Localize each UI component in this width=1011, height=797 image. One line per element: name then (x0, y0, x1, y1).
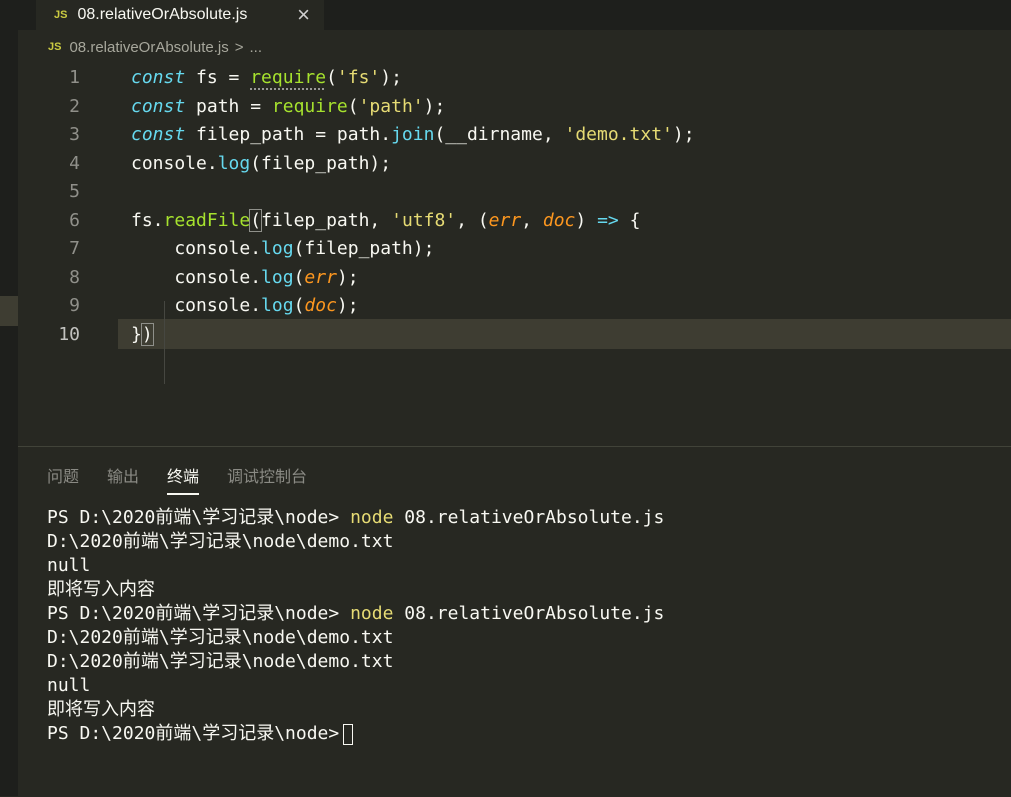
js-file-icon: JS (48, 41, 62, 53)
code-line: const path = require('path'); (131, 95, 446, 117)
terminal-line: 即将写入内容 (47, 699, 155, 720)
bottom-panel: 问题 输出 终端 调试控制台 PS D:\2020前端\学习记录\node> n… (18, 446, 1011, 797)
code-editor[interactable]: 1 2 3 4 5 6 7 8 9 10 const fs = require(… (18, 64, 1011, 444)
tab-problems[interactable]: 问题 (47, 463, 79, 495)
terminal-line: 即将写入内容 (47, 579, 155, 600)
code-line: fs.readFile(filep_path, 'utf8', (err, do… (131, 208, 641, 232)
terminal-prompt-line: PS D:\2020前端\学习记录\node> (47, 722, 664, 746)
tab-terminal[interactable]: 终端 (167, 463, 200, 495)
line-number-gutter: 1 2 3 4 5 6 7 8 9 10 (18, 64, 80, 349)
editor-tab[interactable]: JS 08.relativeOrAbsolute.js × (36, 0, 324, 30)
tab-output[interactable]: 输出 (107, 463, 139, 495)
code-line: }) (131, 322, 154, 346)
terminal-line: D:\2020前端\学习记录\node\demo.txt (47, 627, 394, 648)
line-number: 4 (69, 152, 80, 174)
terminal-line: D:\2020前端\学习记录\node\demo.txt (47, 651, 394, 672)
line-number: 8 (69, 266, 80, 288)
line-number: 5 (69, 181, 80, 202)
terminal-line: PS D:\2020前端\学习记录\node> node 08.relative… (47, 507, 665, 528)
line-number: 9 (69, 295, 80, 316)
activity-strip (0, 0, 18, 796)
code-line: const fs = require('fs'); (131, 67, 402, 88)
terminal-line: null (47, 555, 91, 576)
panel-tabs: 问题 输出 终端 调试控制台 (47, 463, 307, 495)
close-icon[interactable]: × (297, 2, 310, 28)
breadcrumb-file[interactable]: 08.relativeOrAbsolute.js (69, 39, 228, 56)
tab-bar: JS 08.relativeOrAbsolute.js × (18, 0, 1011, 30)
line-number: 3 (69, 124, 80, 145)
code-line: console.log(err); (131, 266, 359, 288)
line-number: 7 (69, 238, 80, 259)
terminal-line: PS D:\2020前端\学习记录\node> node 08.relative… (47, 603, 665, 624)
code-line: console.log(doc); (131, 295, 359, 316)
code-lines: const fs = require('fs'); const path = r… (131, 64, 695, 349)
terminal-line: D:\2020前端\学习记录\node\demo.txt (47, 531, 394, 552)
code-line: console.log(filep_path); (131, 238, 435, 259)
terminal-cursor[interactable] (343, 723, 354, 745)
terminal-line: null (47, 675, 91, 696)
js-file-icon: JS (54, 9, 68, 21)
line-number: 2 (69, 95, 80, 117)
line-number: 10 (58, 323, 80, 345)
breadcrumb: JS 08.relativeOrAbsolute.js > ... (18, 30, 1011, 64)
scroll-marker (0, 296, 18, 326)
tab-debug-console[interactable]: 调试控制台 (227, 463, 307, 495)
code-line: const filep_path = path.join(__dirname, … (131, 124, 695, 145)
line-number: 6 (69, 209, 80, 231)
terminal-output[interactable]: PS D:\2020前端\学习记录\node> node 08.relative… (47, 506, 664, 746)
line-number: 1 (69, 67, 80, 88)
breadcrumb-more[interactable]: ... (249, 39, 262, 56)
chevron-right-icon: > (234, 38, 244, 56)
tab-filename: 08.relativeOrAbsolute.js (77, 6, 248, 23)
code-line: console.log(filep_path); (131, 152, 392, 174)
